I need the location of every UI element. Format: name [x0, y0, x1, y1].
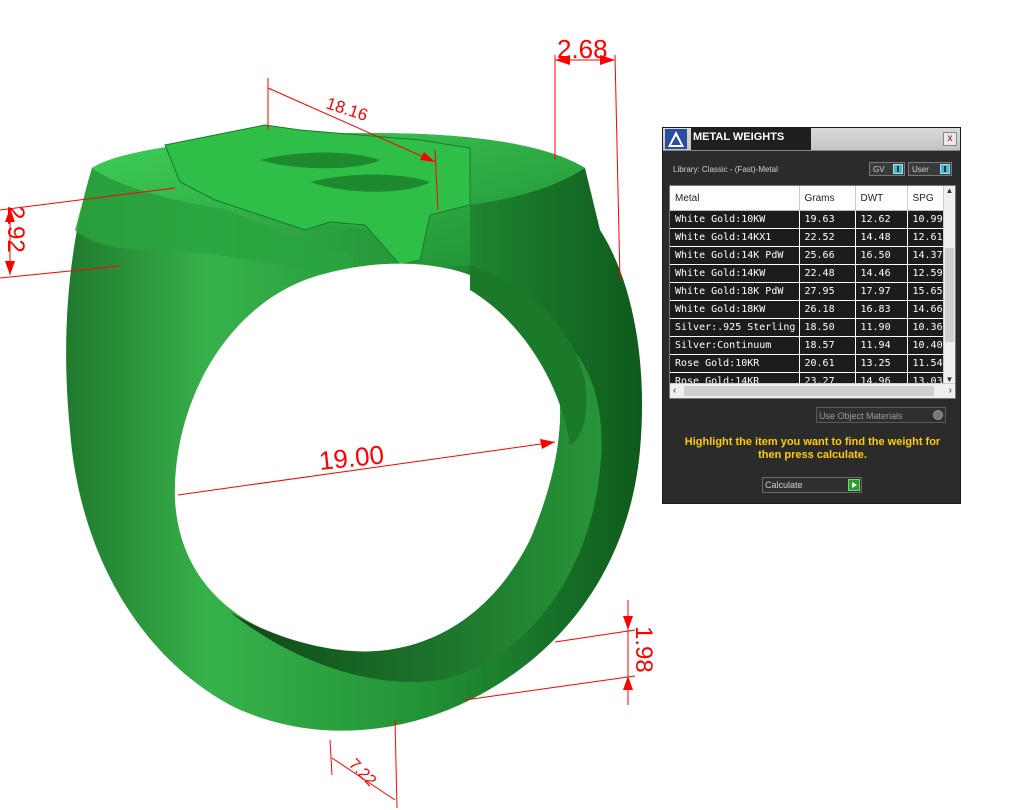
app-logo-icon: [665, 129, 687, 149]
cell-grams: 22.48: [799, 264, 856, 283]
cell-grams: 22.52: [799, 228, 856, 247]
cell-dwt: 16.50: [855, 246, 908, 265]
column-header-dwt[interactable]: DWT: [855, 186, 908, 211]
cell-grams: 18.50: [799, 318, 856, 337]
column-header-metal[interactable]: Metal: [670, 186, 800, 211]
scroll-left-icon[interactable]: ‹: [673, 384, 676, 398]
cell-metal: Rose Gold:10KR: [670, 354, 800, 373]
cell-metal: White Gold:14KW: [670, 264, 800, 283]
library-label: Library: Classic - (Fast)-Metal: [673, 165, 778, 174]
cell-dwt: 14.48: [855, 228, 908, 247]
cell-metal: White Gold:18K PdW: [670, 282, 800, 301]
ring-model[interactable]: [66, 124, 643, 731]
cell-grams: 27.95: [799, 282, 856, 301]
cell-dwt: 14.46: [855, 264, 908, 283]
vertical-scrollbar[interactable]: ▲ ▼: [943, 186, 955, 384]
calculate-control[interactable]: Calculate: [762, 477, 862, 493]
cell-metal: Silver:Continuum: [670, 336, 800, 355]
cell-dwt: 17.97: [855, 282, 908, 301]
cell-grams: 25.66: [799, 246, 856, 265]
cell-dwt: 12.62: [855, 210, 908, 229]
cell-metal: White Gold:14K PdW: [670, 246, 800, 265]
radio-icon[interactable]: [933, 410, 943, 420]
horizontal-scrollbar[interactable]: ‹ ›: [670, 383, 955, 398]
cell-metal: White Gold:14KX1: [670, 228, 800, 247]
close-button[interactable]: x: [943, 132, 957, 146]
cell-grams: 20.61: [799, 354, 856, 373]
table-row[interactable]: White Gold:14K PdW 25.66 16.50 14.37: [670, 246, 955, 265]
gv-toggle[interactable]: GV: [869, 162, 905, 176]
scroll-right-icon[interactable]: ›: [949, 384, 952, 398]
table-row[interactable]: Rose Gold:10KR 20.61 13.25 11.54: [670, 354, 955, 373]
cell-metal: Silver:.925 Sterling: [670, 318, 800, 337]
cell-grams: 18.57: [799, 336, 856, 355]
user-toggle[interactable]: User: [908, 162, 952, 176]
horizontal-scroll-thumb[interactable]: [684, 386, 934, 396]
column-header-grams[interactable]: Grams: [799, 186, 856, 211]
scroll-up-icon[interactable]: ▲: [945, 186, 954, 195]
table-header-row: Metal Grams DWT SPG: [670, 186, 955, 211]
table-row[interactable]: White Gold:18KW 26.18 16.83 14.66: [670, 300, 955, 319]
cell-dwt: 11.94: [855, 336, 908, 355]
cell-grams: 26.18: [799, 300, 856, 319]
dim-2-68: 2.68: [557, 34, 608, 64]
gv-toggle-label: GV: [873, 165, 885, 174]
calculate-label: Calculate: [765, 480, 803, 490]
table-row[interactable]: White Gold:10KW 19.63 12.62 10.99: [670, 210, 955, 229]
user-toggle-label: User: [912, 165, 929, 174]
panel-title: METAL WEIGHTS: [691, 128, 811, 150]
table-row[interactable]: Silver:Continuum 18.57 11.94 10.40: [670, 336, 955, 355]
table-row[interactable]: White Gold:18K PdW 27.95 17.97 15.65: [670, 282, 955, 301]
dim-2-92: 2.92: [2, 206, 29, 253]
vertical-scroll-thumb[interactable]: [945, 248, 954, 342]
instructions-text: Highlight the item you want to find the …: [684, 436, 941, 461]
table-row[interactable]: White Gold:14KX1 22.52 14.48 12.61: [670, 228, 955, 247]
user-toggle-icon: [940, 164, 950, 174]
cell-dwt: 11.90: [855, 318, 908, 337]
table-row[interactable]: Silver:.925 Sterling 18.50 11.90 10.36: [670, 318, 955, 337]
dim-18-16: 18.16: [324, 94, 370, 125]
gv-toggle-icon: [893, 164, 903, 174]
table-row[interactable]: White Gold:14KW 22.48 14.46 12.59: [670, 264, 955, 283]
calculate-play-icon[interactable]: [848, 479, 860, 491]
panel-titlebar[interactable]: METAL WEIGHTS x: [663, 128, 960, 151]
cell-dwt: 13.25: [855, 354, 908, 373]
use-object-materials-label: Use Object Materials: [819, 411, 903, 421]
cell-metal: White Gold:18KW: [670, 300, 800, 319]
use-object-materials-option[interactable]: Use Object Materials: [816, 407, 946, 423]
metal-weights-panel: METAL WEIGHTS x Library: Classic - (Fast…: [662, 127, 961, 504]
dim-7-22: 7.22: [345, 756, 379, 790]
metal-table[interactable]: Metal Grams DWT SPG White Gold:10KW 19.63…: [669, 185, 956, 399]
dim-1-98: 1.98: [630, 626, 657, 673]
cell-dwt: 16.83: [855, 300, 908, 319]
cell-metal: White Gold:10KW: [670, 210, 800, 229]
cell-grams: 19.63: [799, 210, 856, 229]
